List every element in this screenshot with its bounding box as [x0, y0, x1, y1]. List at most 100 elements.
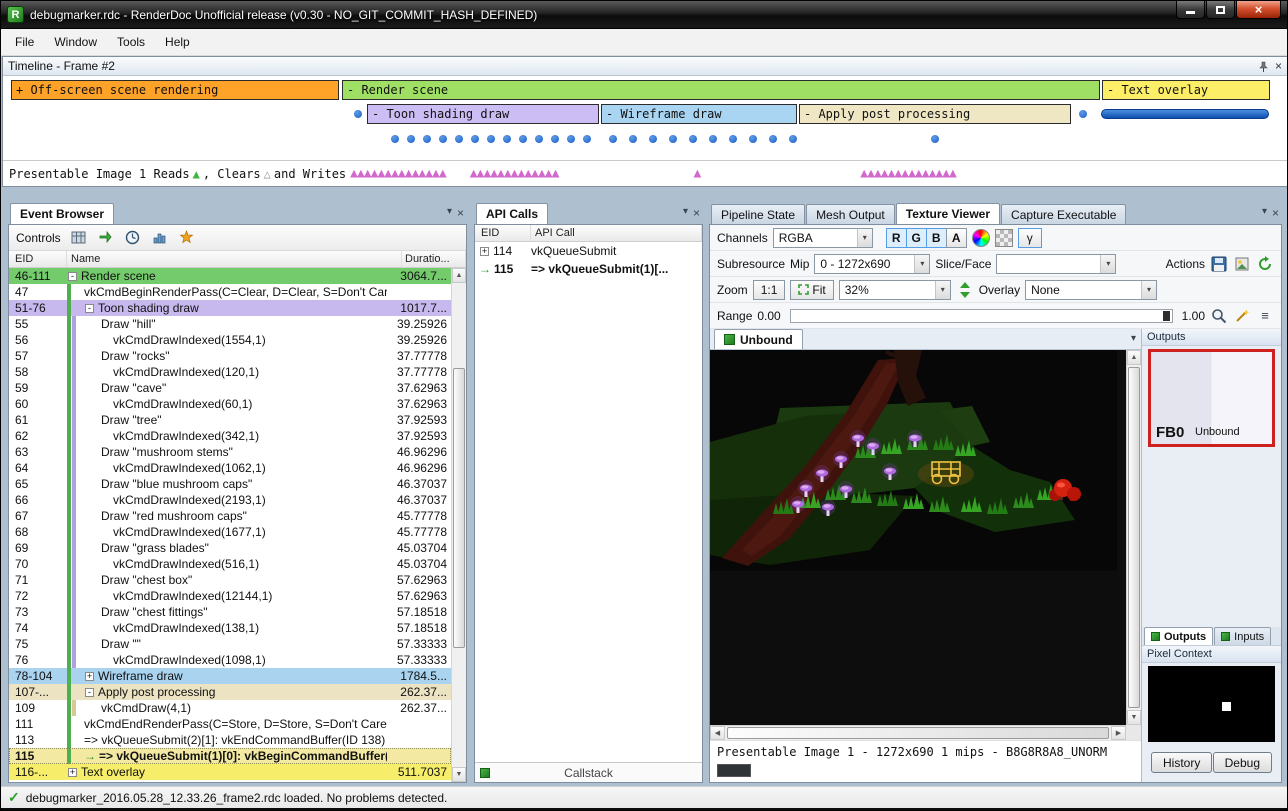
bookmark-icon[interactable]: [178, 229, 196, 247]
pin-icon[interactable]: [1258, 61, 1269, 72]
callstack-bar[interactable]: Callstack: [475, 762, 702, 782]
draw-event-dot[interactable]: [535, 135, 543, 143]
timeline-marker-bar[interactable]: - Render scene: [342, 80, 1100, 100]
event-row[interactable]: 47vkCmdBeginRenderPass(C=Clear, D=Clear,…: [9, 284, 451, 300]
save-icon[interactable]: [1210, 255, 1228, 273]
scroll-down-icon[interactable]: ▼: [1127, 710, 1141, 725]
range-max-value[interactable]: 1.00: [1182, 309, 1205, 323]
event-row[interactable]: 65Draw "blue mushroom caps"46.37037: [9, 476, 451, 492]
minimize-button[interactable]: [1176, 1, 1205, 19]
menu-tools[interactable]: Tools: [107, 30, 155, 54]
refresh-icon[interactable]: [1256, 255, 1274, 273]
draw-event-dot[interactable]: [749, 135, 757, 143]
draw-event-dot[interactable]: [583, 135, 591, 143]
draw-event-dot[interactable]: [649, 135, 657, 143]
channel-g-button[interactable]: G: [906, 228, 927, 248]
event-row[interactable]: 55Draw "hill"39.25926: [9, 316, 451, 332]
scroll-down-icon[interactable]: ▼: [452, 767, 466, 782]
column-api-call[interactable]: API Call: [531, 225, 702, 241]
draw-event-dot[interactable]: [931, 135, 939, 143]
debug-button[interactable]: Debug: [1213, 752, 1272, 773]
event-row[interactable]: 60vkCmdDrawIndexed(60,1)37.62963: [9, 396, 451, 412]
event-row[interactable]: 57Draw "rocks"37.77778: [9, 348, 451, 364]
gamma-button[interactable]: γ: [1018, 228, 1042, 248]
draw-events-capsule[interactable]: [1101, 109, 1269, 119]
dock-dropdown-icon[interactable]: ▾: [1262, 206, 1267, 220]
menu-file[interactable]: File: [5, 30, 44, 54]
channels-combo[interactable]: RGBA ▾: [773, 228, 873, 248]
tab-unbound[interactable]: Unbound: [714, 329, 803, 349]
event-row[interactable]: 67Draw "red mushroom caps"45.77778: [9, 508, 451, 524]
flip-y-icon[interactable]: [956, 281, 974, 299]
draw-event-dot[interactable]: [423, 135, 431, 143]
event-row[interactable]: 74vkCmdDrawIndexed(138,1)57.18518: [9, 620, 451, 636]
event-row[interactable]: 113=> vkQueueSubmit(2)[1]: vkEndCommandB…: [9, 732, 451, 748]
event-row[interactable]: 59Draw "cave"37.62963: [9, 380, 451, 396]
event-row[interactable]: 111vkCmdEndRenderPass(C=Store, D=Store, …: [9, 716, 451, 732]
expand-icon[interactable]: +: [480, 247, 489, 256]
draw-event-dot[interactable]: [354, 110, 362, 118]
scroll-up-icon[interactable]: ▲: [1127, 350, 1141, 365]
event-row[interactable]: 61Draw "tree"37.92593: [9, 412, 451, 428]
menu-help[interactable]: Help: [155, 30, 200, 54]
draw-event-dot[interactable]: [439, 135, 447, 143]
zoom-combo[interactable]: 32% ▾: [839, 280, 951, 300]
event-row[interactable]: 64vkCmdDrawIndexed(1062,1)46.96296: [9, 460, 451, 476]
dock-close-icon[interactable]: ×: [1272, 206, 1279, 220]
collapse-icon[interactable]: -: [68, 272, 77, 281]
channel-a-button[interactable]: A: [946, 228, 967, 248]
event-row[interactable]: 46-111-Render scene3064.7...: [9, 268, 451, 284]
event-row[interactable]: 78-104+Wireframe draw1784.5...: [9, 668, 451, 684]
timeline-track[interactable]: + Off-screen scene rendering- Render sce…: [3, 76, 1287, 160]
event-row[interactable]: 73Draw "chest fittings"57.18518: [9, 604, 451, 620]
range-slider[interactable]: [790, 309, 1173, 323]
draw-event-dot[interactable]: [769, 135, 777, 143]
event-row[interactable]: 115→=> vkQueueSubmit(1)[0]: vkBeginComma…: [9, 748, 451, 764]
scroll-thumb[interactable]: [1128, 367, 1140, 708]
event-row[interactable]: 70vkCmdDrawIndexed(516,1)45.03704: [9, 556, 451, 572]
checkerboard-icon[interactable]: [995, 229, 1013, 247]
collapse-icon[interactable]: -: [85, 688, 94, 697]
event-row[interactable]: 71Draw "chest box"57.62963: [9, 572, 451, 588]
tab-texture-viewer[interactable]: Texture Viewer: [896, 203, 1000, 224]
draw-event-dot[interactable]: [709, 135, 717, 143]
viewport-vertical-scrollbar[interactable]: ▲ ▼: [1126, 350, 1141, 725]
event-row[interactable]: 63Draw "mushroom stems"46.96296: [9, 444, 451, 460]
column-eid[interactable]: EID: [475, 225, 531, 241]
event-row[interactable]: 58vkCmdDrawIndexed(120,1)37.77778: [9, 364, 451, 380]
chart-icon[interactable]: [151, 229, 169, 247]
slice-face-combo[interactable]: ▾: [996, 254, 1116, 274]
timeline-close-icon[interactable]: ×: [1275, 59, 1282, 73]
tab-pipeline-state[interactable]: Pipeline State: [711, 204, 805, 224]
time-icon[interactable]: [124, 229, 142, 247]
dock-dropdown-icon[interactable]: ▾: [447, 206, 452, 220]
tab-event-browser[interactable]: Event Browser: [10, 203, 114, 224]
wand-icon[interactable]: [1233, 307, 1251, 325]
tab-mesh-output[interactable]: Mesh Output: [806, 204, 895, 224]
close-button[interactable]: ×: [1236, 1, 1281, 19]
goto-icon[interactable]: [97, 229, 115, 247]
fb0-thumbnail[interactable]: FB0 Unbound: [1148, 349, 1275, 447]
timeline-marker-bar[interactable]: - Apply post processing: [799, 104, 1071, 124]
scroll-up-icon[interactable]: ▲: [452, 268, 466, 283]
overlay-combo[interactable]: None ▾: [1025, 280, 1157, 300]
draw-event-dot[interactable]: [1079, 110, 1087, 118]
channel-b-button[interactable]: B: [926, 228, 947, 248]
draw-event-dot[interactable]: [487, 135, 495, 143]
event-row[interactable]: 107-...-Apply post processing262.37...: [9, 684, 451, 700]
draw-event-dot[interactable]: [503, 135, 511, 143]
event-row[interactable]: 62vkCmdDrawIndexed(342,1)37.92593: [9, 428, 451, 444]
columns-icon[interactable]: [70, 229, 88, 247]
event-row[interactable]: 75Draw ""57.33333: [9, 636, 451, 652]
toolbar-overflow-icon[interactable]: ≡: [1256, 307, 1274, 325]
column-eid[interactable]: EID: [9, 251, 67, 267]
dock-close-icon[interactable]: ×: [457, 206, 464, 220]
tab-inputs[interactable]: Inputs: [1214, 627, 1271, 645]
preview-tabs-dropdown-icon[interactable]: ▾: [1131, 333, 1136, 344]
pixel-context-view[interactable]: [1148, 666, 1275, 742]
history-button[interactable]: History: [1151, 752, 1212, 773]
api-call-row[interactable]: →115=> vkQueueSubmit(1)[...: [475, 260, 702, 278]
draw-event-dot[interactable]: [391, 135, 399, 143]
menu-window[interactable]: Window: [44, 30, 107, 54]
scroll-thumb[interactable]: [453, 368, 465, 648]
